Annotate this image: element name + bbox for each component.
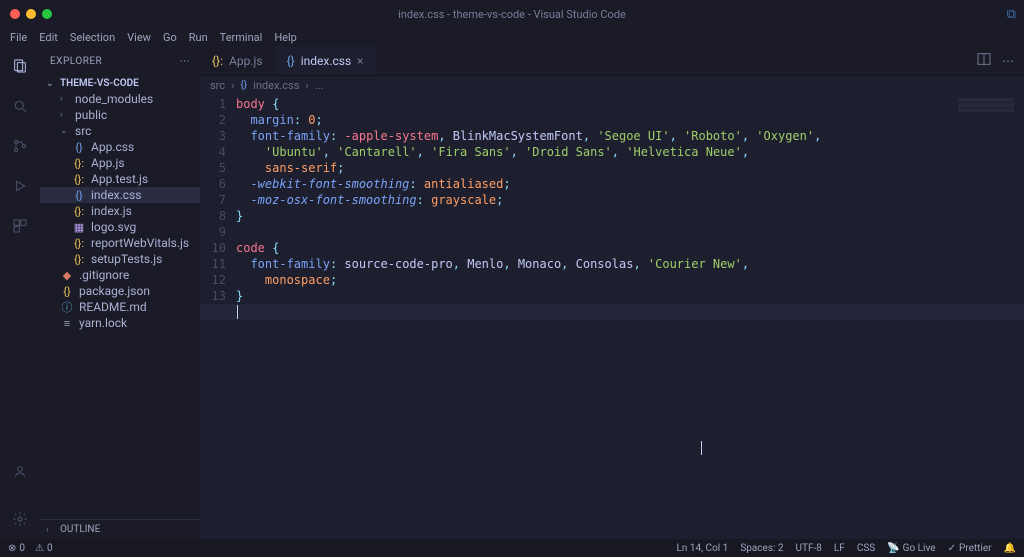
css-icon: {} [287, 54, 295, 68]
maximize-window-button[interactable] [42, 9, 52, 19]
git-icon: ◆ [60, 269, 74, 282]
file-tree: node_modulespublicsrc{}App.css{}:App.js{… [40, 91, 200, 519]
js-icon: {}: [72, 237, 86, 250]
status-warnings[interactable]: ⚠ 0 [35, 543, 53, 554]
menu-help[interactable]: Help [274, 31, 297, 44]
notifications-icon[interactable]: 🔔 [1004, 543, 1016, 554]
tree-item-setuptests-js[interactable]: {}:setupTests.js [40, 251, 200, 267]
vscode-icon: ⧉ [1007, 7, 1016, 22]
status-go-live[interactable]: 📡 Go Live [887, 543, 935, 554]
status-errors[interactable]: ⊗ 0 [8, 543, 25, 554]
css-icon: {} [72, 141, 86, 154]
source-control-icon[interactable] [8, 134, 32, 158]
sidebar-more-icon[interactable]: ⋯ [180, 56, 191, 67]
tree-item-logo-svg[interactable]: ▦logo.svg [40, 219, 200, 235]
window-title: index.css - theme-vs-code - Visual Studi… [398, 8, 626, 21]
project-header[interactable]: THEME-VS-CODE [40, 76, 200, 91]
minimize-window-button[interactable] [26, 9, 36, 19]
chevron-down-icon [60, 126, 70, 136]
window-controls [0, 9, 52, 19]
sidebar-title: EXPLORER [50, 56, 102, 67]
outline-section[interactable]: OUTLINE [40, 519, 200, 539]
split-editor-icon[interactable] [976, 51, 992, 70]
titlebar: index.css - theme-vs-code - Visual Studi… [0, 0, 1024, 28]
md-icon: ⓘ [60, 299, 74, 315]
minimap[interactable] [958, 98, 1014, 112]
editor-area: {}: App.js {} index.css × ⋯ src › {} ind… [200, 46, 1024, 539]
js-icon: {}: [72, 157, 86, 170]
sidebar: EXPLORER ⋯ THEME-VS-CODE node_modulespub… [40, 46, 200, 539]
menu-view[interactable]: View [127, 31, 151, 44]
text-cursor [701, 441, 702, 455]
tree-item-node_modules[interactable]: node_modules [40, 91, 200, 107]
breadcrumb[interactable]: src › {} index.css › ... [200, 76, 1024, 94]
tree-item-src[interactable]: src [40, 123, 200, 139]
status-lang[interactable]: CSS [857, 543, 875, 554]
chevron-right-icon [46, 525, 56, 535]
chevron-right-icon [60, 94, 70, 104]
text-cursor [237, 305, 238, 319]
js-icon: {}: [212, 54, 223, 68]
tree-item-readme-md[interactable]: ⓘREADME.md [40, 299, 200, 315]
chevron-right-icon [60, 110, 70, 120]
editor[interactable]: 1234567891011121314 body { margin: 0; fo… [200, 94, 1024, 539]
menubar: File Edit Selection View Go Run Terminal… [0, 28, 1024, 46]
status-eol[interactable]: LF [834, 543, 845, 554]
close-icon[interactable]: × [357, 54, 363, 68]
status-bar: ⊗ 0 ⚠ 0 Ln 14, Col 1 Spaces: 2 UTF-8 LF … [0, 539, 1024, 557]
menu-run[interactable]: Run [189, 31, 208, 44]
menu-edit[interactable]: Edit [39, 31, 58, 44]
menu-file[interactable]: File [10, 31, 27, 44]
menu-selection[interactable]: Selection [70, 31, 115, 44]
menu-go[interactable]: Go [163, 31, 177, 44]
status-ln-col[interactable]: Ln 14, Col 1 [676, 543, 728, 554]
tree-item-reportwebvitals-js[interactable]: {}:reportWebVitals.js [40, 235, 200, 251]
js-icon: {}: [72, 205, 86, 218]
status-prettier[interactable]: ✓ Prettier [948, 543, 992, 554]
more-actions-icon[interactable]: ⋯ [1002, 54, 1014, 68]
extensions-icon[interactable] [8, 214, 32, 238]
accounts-icon[interactable] [8, 459, 32, 483]
status-spaces[interactable]: Spaces: 2 [740, 543, 783, 554]
svg-icon: ▦ [72, 221, 86, 234]
status-encoding[interactable]: UTF-8 [796, 543, 822, 554]
lock-icon: ≡ [60, 317, 74, 330]
tree-item-public[interactable]: public [40, 107, 200, 123]
search-icon[interactable] [8, 94, 32, 118]
tab-app-js[interactable]: {}: App.js [200, 46, 275, 75]
explorer-icon[interactable] [8, 54, 32, 78]
css-icon: {} [72, 189, 86, 202]
js-icon: {}: [72, 253, 86, 266]
run-debug-icon[interactable] [8, 174, 32, 198]
tree-item-app-css[interactable]: {}App.css [40, 139, 200, 155]
code-content[interactable]: body { margin: 0; font-family: -apple-sy… [236, 94, 1024, 539]
css-icon: {} [240, 80, 247, 91]
json-icon: {} [60, 285, 74, 298]
tree-item-yarn-lock[interactable]: ≡yarn.lock [40, 315, 200, 331]
tree-item-app-js[interactable]: {}:App.js [40, 155, 200, 171]
tree-item-package-json[interactable]: {}package.json [40, 283, 200, 299]
js-icon: {}: [72, 173, 86, 186]
activity-bar [0, 46, 40, 539]
tab-bar: {}: App.js {} index.css × ⋯ [200, 46, 1024, 76]
tab-index-css[interactable]: {} index.css × [275, 46, 376, 75]
tree-item-index-css[interactable]: {}index.css [40, 187, 200, 203]
close-window-button[interactable] [10, 9, 20, 19]
tree-item--gitignore[interactable]: ◆.gitignore [40, 267, 200, 283]
tree-item-app-test-js[interactable]: {}:App.test.js [40, 171, 200, 187]
menu-terminal[interactable]: Terminal [220, 31, 263, 44]
tree-item-index-js[interactable]: {}:index.js [40, 203, 200, 219]
gear-icon[interactable] [8, 507, 32, 531]
chevron-down-icon [46, 79, 56, 89]
